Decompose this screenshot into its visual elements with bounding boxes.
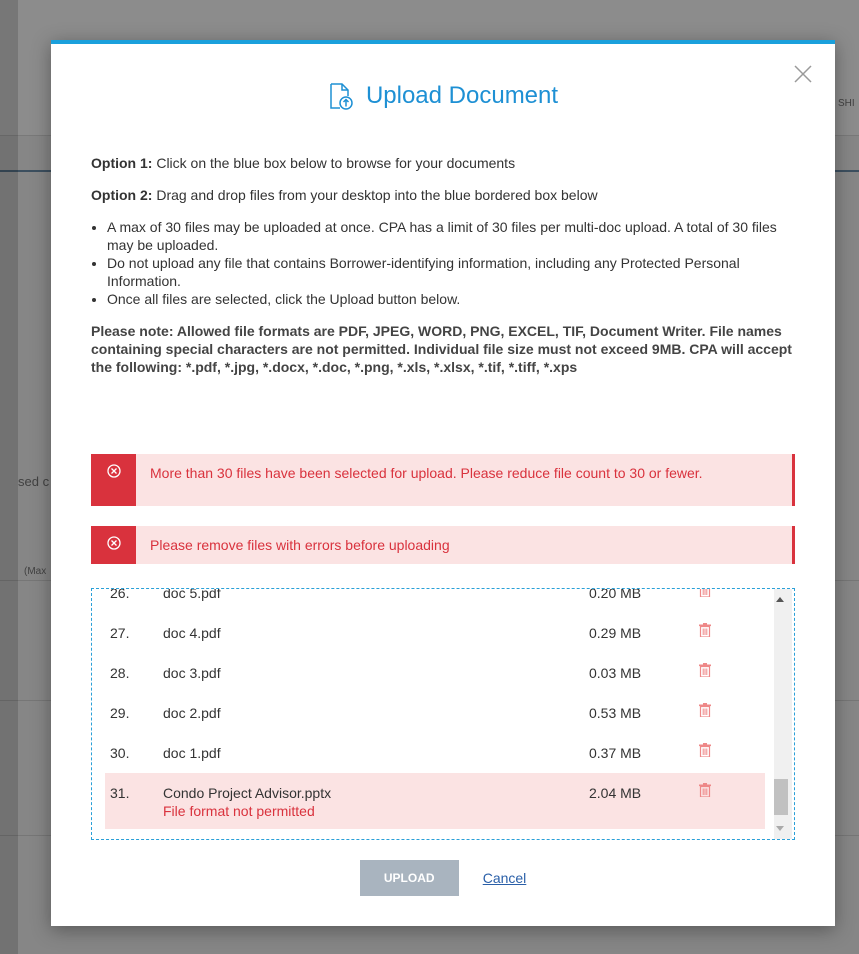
file-index: 29. xyxy=(110,705,130,721)
file-error-message: File format not permitted xyxy=(163,803,315,819)
modal-header: Upload Document xyxy=(51,82,835,115)
option-2-text: Drag and drop files from your desktop in… xyxy=(152,187,598,203)
file-drop-zone[interactable]: 26. doc 5.pdf 0.20 MB 27. doc 4.pdf 0.29… xyxy=(91,588,795,840)
trash-icon[interactable] xyxy=(699,773,739,800)
error-circle-icon xyxy=(106,536,121,555)
upload-document-modal: Upload Document Option 1: Click on the b… xyxy=(51,40,835,926)
file-size: 0.53 MB xyxy=(589,705,642,721)
file-row: 28. doc 3.pdf 0.03 MB xyxy=(105,653,765,693)
file-name: Condo Project Advisor.pptx xyxy=(163,785,332,801)
trash-icon[interactable] xyxy=(699,693,739,720)
option-1-instruction: Option 1: Click on the blue box below to… xyxy=(91,154,801,172)
file-name: doc 3.pdf xyxy=(163,665,221,681)
trash-icon[interactable] xyxy=(699,653,739,680)
file-index: 26. xyxy=(110,588,130,601)
file-name: doc 1.pdf xyxy=(163,745,221,761)
trash-icon[interactable] xyxy=(699,589,739,600)
file-index: 31. xyxy=(110,785,130,801)
option-2-label: Option 2: xyxy=(91,187,153,203)
file-format-note: Please note: Allowed file formats are PD… xyxy=(91,323,792,375)
rule-item: A max of 30 files may be uploaded at onc… xyxy=(107,218,801,254)
document-upload-icon xyxy=(328,82,354,110)
trash-icon[interactable] xyxy=(699,613,739,640)
file-index: 27. xyxy=(110,625,130,641)
file-size: 2.04 MB xyxy=(589,785,642,801)
file-row: 29. doc 2.pdf 0.53 MB xyxy=(105,693,765,733)
modal-footer: UPLOAD Cancel xyxy=(51,860,835,896)
alert-message: Please remove files with errors before u… xyxy=(150,537,450,553)
alert-message: More than 30 files have been selected fo… xyxy=(150,465,703,481)
close-icon[interactable] xyxy=(793,64,813,84)
scroll-thumb[interactable] xyxy=(774,779,788,815)
window-edge xyxy=(0,0,18,954)
file-list: 26. doc 5.pdf 0.20 MB 27. doc 4.pdf 0.29… xyxy=(105,588,765,829)
scroll-up-arrow-icon[interactable] xyxy=(776,597,784,602)
option-1-text: Click on the blue box below to browse fo… xyxy=(152,155,516,171)
upload-button[interactable]: UPLOAD xyxy=(359,860,459,896)
remove-errors-alert: Please remove files with errors before u… xyxy=(91,526,795,564)
scroll-down-arrow-icon[interactable] xyxy=(776,826,784,831)
cancel-link[interactable]: Cancel xyxy=(483,870,527,886)
upload-rules-list: A max of 30 files may be uploaded at onc… xyxy=(91,218,801,308)
option-2-instruction: Option 2: Drag and drop files from your … xyxy=(91,186,801,204)
trash-icon[interactable] xyxy=(699,733,739,760)
file-size: 0.29 MB xyxy=(589,625,642,641)
file-index: 30. xyxy=(110,745,130,761)
file-index: 28. xyxy=(110,665,130,681)
file-row: 30. doc 1.pdf 0.37 MB xyxy=(105,733,765,773)
file-size: 0.03 MB xyxy=(589,665,642,681)
rule-item: Do not upload any file that contains Bor… xyxy=(107,254,801,290)
option-1-label: Option 1: xyxy=(91,155,153,171)
file-size: 0.37 MB xyxy=(589,745,642,761)
file-list-scrollbar[interactable] xyxy=(774,589,792,839)
file-name: doc 4.pdf xyxy=(163,625,221,641)
file-size: 0.20 MB xyxy=(589,588,642,601)
file-count-error-alert: More than 30 files have been selected fo… xyxy=(91,454,795,506)
file-name: doc 2.pdf xyxy=(163,705,221,721)
file-row: 27. doc 4.pdf 0.29 MB xyxy=(105,613,765,653)
file-row: 26. doc 5.pdf 0.20 MB xyxy=(105,588,765,613)
rule-item: Once all files are selected, click the U… xyxy=(107,290,801,308)
error-circle-icon xyxy=(106,464,121,483)
instructions: Option 1: Click on the blue box below to… xyxy=(91,154,801,376)
file-name: doc 5.pdf xyxy=(163,588,221,601)
modal-title: Upload Document xyxy=(365,82,559,109)
file-row-error: 31. Condo Project Advisor.pptx File form… xyxy=(105,773,765,829)
